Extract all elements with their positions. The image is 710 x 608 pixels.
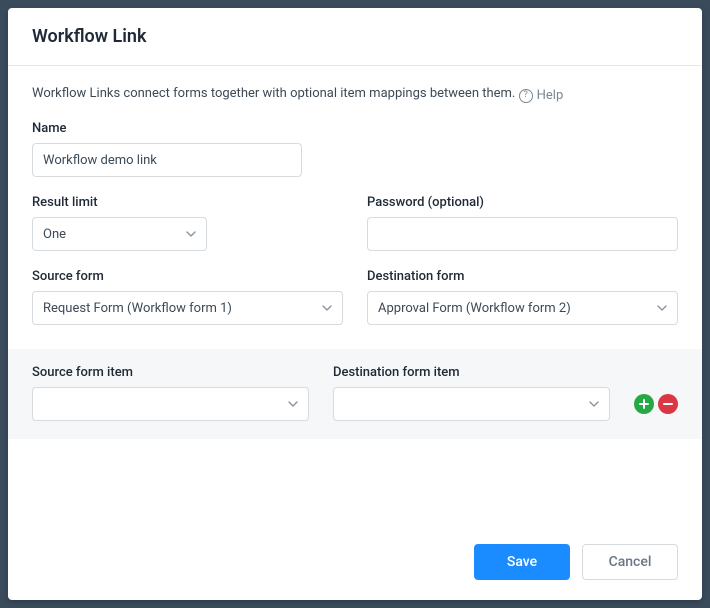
mapping-controls xyxy=(634,394,678,421)
destination-form-item-select[interactable] xyxy=(333,387,610,421)
remove-mapping-button[interactable] xyxy=(658,394,678,414)
destination-form-value: Approval Form (Workflow form 2) xyxy=(378,301,571,316)
destination-form-label: Destination form xyxy=(367,269,678,284)
help-icon: ? xyxy=(519,89,533,103)
source-form-value: Request Form (Workflow form 1) xyxy=(43,301,232,316)
result-limit-label: Result limit xyxy=(32,195,343,210)
dialog-header: Workflow Link xyxy=(8,8,702,66)
plus-icon xyxy=(638,398,650,410)
name-label: Name xyxy=(32,121,678,136)
source-form-item-select[interactable] xyxy=(32,387,309,421)
name-input[interactable] xyxy=(43,153,291,168)
help-label: Help xyxy=(537,88,564,103)
name-field: Name xyxy=(32,121,678,177)
description-text: Workflow Links connect forms together wi… xyxy=(32,86,515,101)
result-limit-field: Result limit One xyxy=(32,195,343,251)
item-mapping-row: Source form item Destination form item xyxy=(32,365,678,421)
chevron-down-icon xyxy=(186,231,196,237)
source-form-item-label: Source form item xyxy=(32,365,309,380)
source-form-select[interactable]: Request Form (Workflow form 1) xyxy=(32,291,343,325)
add-mapping-button[interactable] xyxy=(634,394,654,414)
password-input-wrap xyxy=(367,217,678,251)
minus-icon xyxy=(662,398,674,410)
destination-form-item-label: Destination form item xyxy=(333,365,610,380)
chevron-down-icon xyxy=(322,305,332,311)
chevron-down-icon xyxy=(589,401,599,407)
source-form-field: Source form Request Form (Workflow form … xyxy=(32,269,343,325)
password-field: Password (optional) xyxy=(367,195,678,251)
result-limit-value: One xyxy=(43,227,66,242)
dialog-footer: Save Cancel xyxy=(8,528,702,600)
help-link[interactable]: ? Help xyxy=(519,88,564,103)
password-input[interactable] xyxy=(378,227,667,242)
save-button[interactable]: Save xyxy=(474,544,570,580)
dialog-title: Workflow Link xyxy=(32,26,678,47)
result-limit-select[interactable]: One xyxy=(32,217,207,251)
name-input-wrap xyxy=(32,143,302,177)
item-mapping-section: Source form item Destination form item xyxy=(8,349,702,439)
chevron-down-icon xyxy=(657,305,667,311)
description-row: Workflow Links connect forms together wi… xyxy=(32,86,678,103)
destination-form-field: Destination form Approval Form (Workflow… xyxy=(367,269,678,325)
password-label: Password (optional) xyxy=(367,195,678,210)
cancel-button[interactable]: Cancel xyxy=(582,544,678,580)
chevron-down-icon xyxy=(288,401,298,407)
workflow-link-dialog: Workflow Link Workflow Links connect for… xyxy=(8,8,702,600)
destination-form-select[interactable]: Approval Form (Workflow form 2) xyxy=(367,291,678,325)
dialog-body: Workflow Links connect forms together wi… xyxy=(8,66,702,528)
source-form-label: Source form xyxy=(32,269,343,284)
